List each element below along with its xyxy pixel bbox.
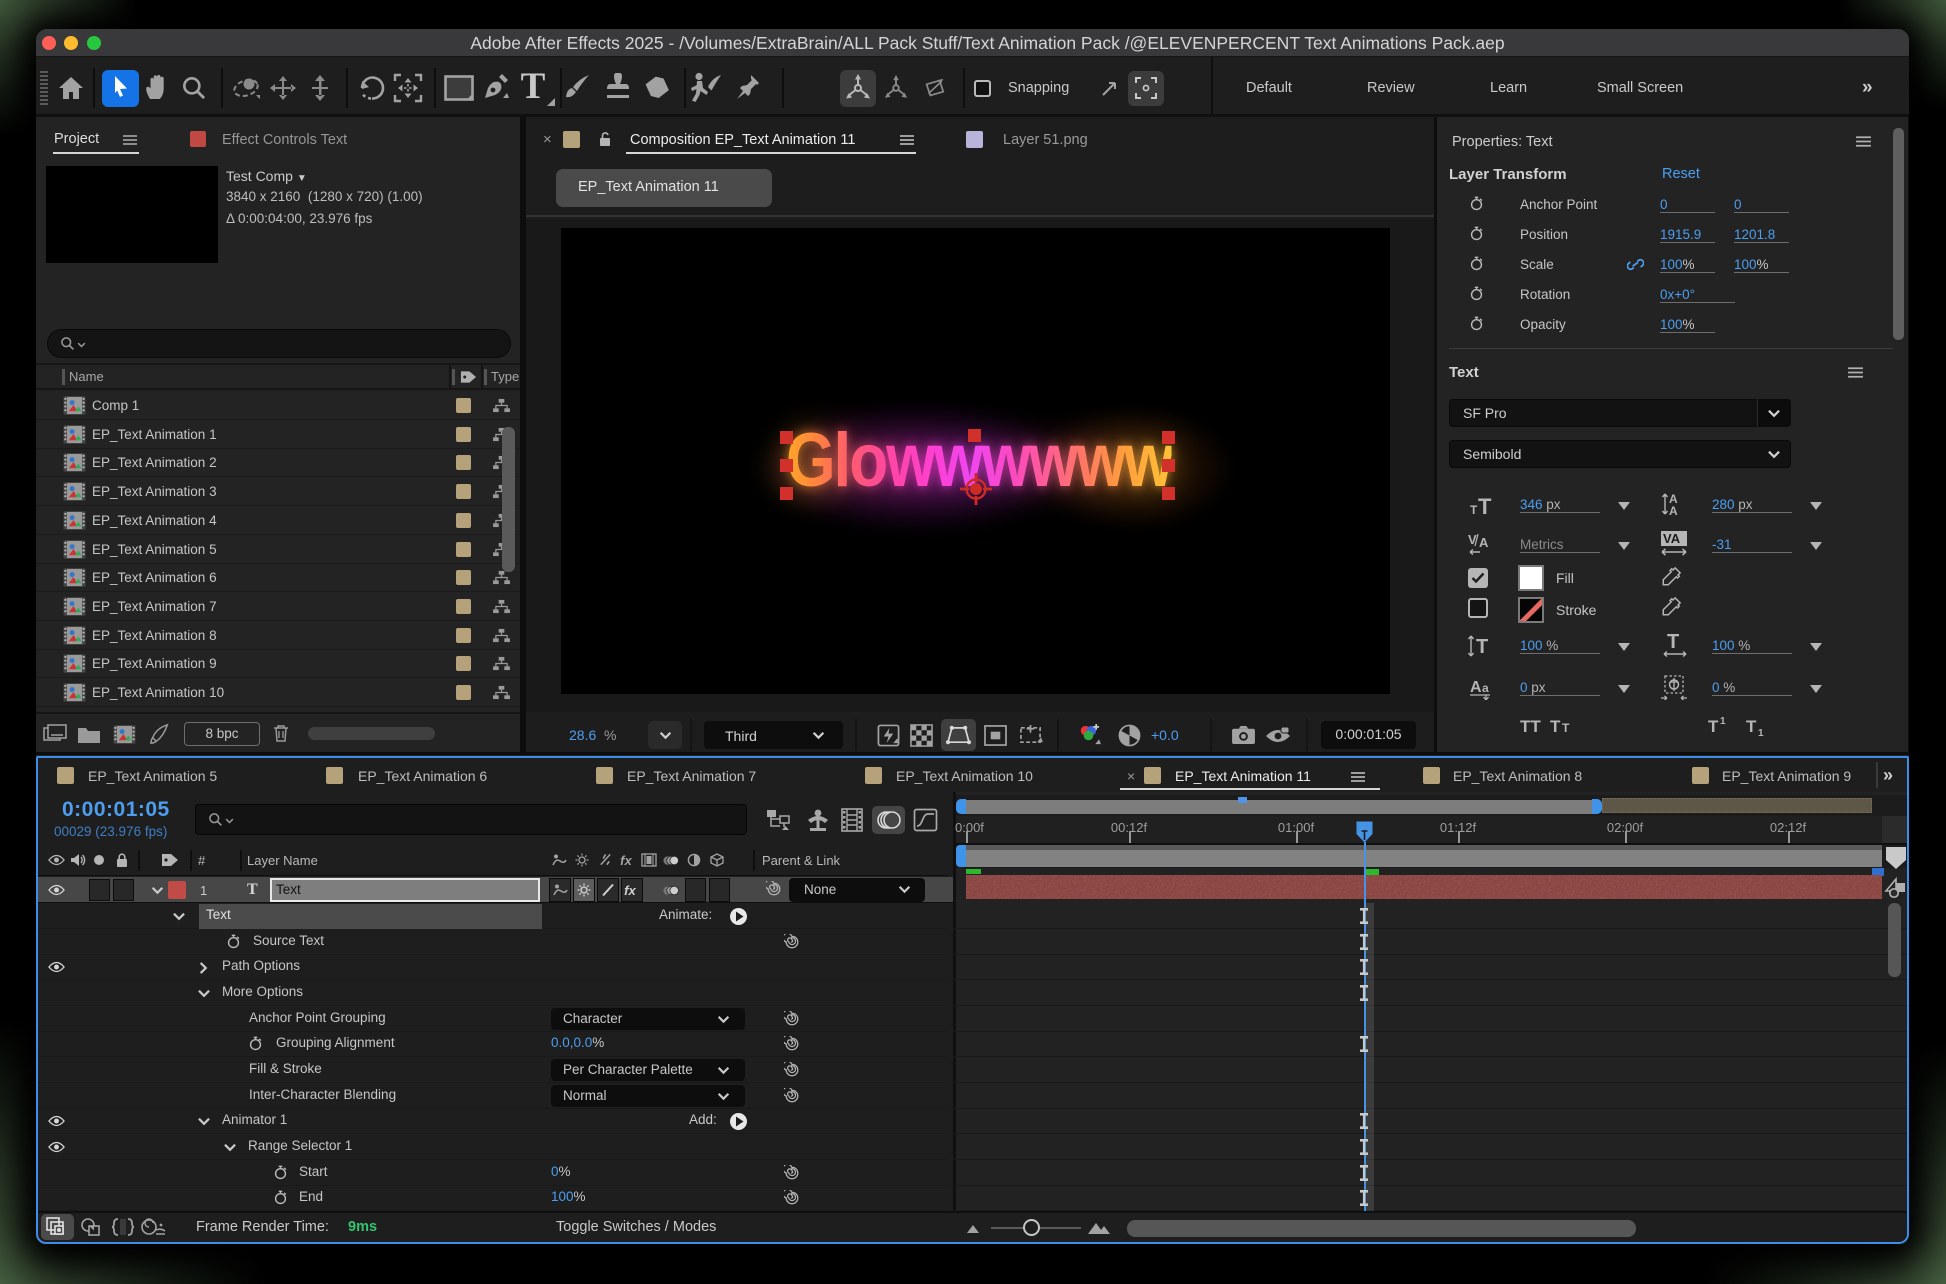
svg-text:a: a [1482,681,1489,695]
svg-text:VA: VA [1663,531,1681,546]
svg-text:T: T [1478,494,1492,516]
svg-text:T: T [1746,717,1757,736]
svg-text:T: T [1562,721,1570,735]
svg-text:TT: TT [1520,717,1541,736]
svg-text:T: T [1476,636,1488,658]
svg-text:T: T [1550,717,1561,736]
svg-text:1: 1 [1758,728,1764,737]
svg-text:T: T [1667,632,1679,653]
svg-text:A: A [1669,504,1678,516]
svg-text:1: 1 [1720,716,1726,727]
svg-text:A: A [1479,535,1489,550]
svg-text:T: T [1708,717,1719,736]
svg-text:A: A [1470,679,1482,696]
svg-text:T: T [1470,503,1478,516]
